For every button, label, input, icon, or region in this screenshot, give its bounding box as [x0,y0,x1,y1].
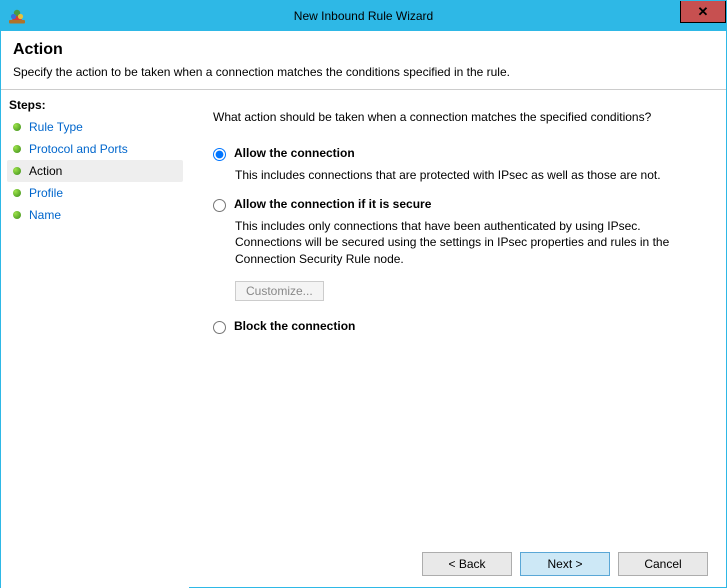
page-title: Action [13,41,714,59]
step-label: Profile [29,186,63,200]
step-bullet-icon [13,167,21,175]
steps-panel: Steps: Rule Type Protocol and Ports Action… [1,90,189,588]
option-allow: Allow the connection [213,146,702,161]
step-bullet-icon [13,211,21,219]
option-desc-allow: This includes connections that are prote… [235,167,695,183]
option-label-allow-secure[interactable]: Allow the connection if it is secure [234,197,431,211]
step-bullet-icon [13,123,21,131]
step-action[interactable]: Action [7,160,183,182]
steps-title: Steps: [7,96,183,116]
next-button[interactable]: Next > [520,552,610,576]
titlebar: New Inbound Rule Wizard ✕ [1,1,726,31]
close-button[interactable]: ✕ [680,1,726,23]
option-label-block[interactable]: Block the connection [234,319,355,333]
step-protocol-and-ports[interactable]: Protocol and Ports [7,138,183,160]
customize-button[interactable]: Customize... [235,281,324,301]
option-radio-allow[interactable] [213,148,226,161]
option-block: Block the connection [213,319,702,334]
step-rule-type[interactable]: Rule Type [7,116,183,138]
step-label: Action [29,164,62,178]
back-button[interactable]: < Back [422,552,512,576]
step-label: Rule Type [29,120,83,134]
wizard-footer-buttons: < Back Next > Cancel [422,552,708,576]
step-bullet-icon [13,145,21,153]
cancel-button[interactable]: Cancel [618,552,708,576]
wizard-body: Steps: Rule Type Protocol and Ports Action… [1,90,726,588]
option-allow-secure: Allow the connection if it is secure [213,197,702,212]
wizard-header: Action Specify the action to be taken wh… [1,31,726,90]
close-icon: ✕ [698,4,709,20]
action-question: What action should be taken when a conne… [213,110,702,124]
step-label: Name [29,208,61,222]
step-name[interactable]: Name [7,204,183,226]
option-radio-allow-secure[interactable] [213,199,226,212]
app-icon [9,8,25,24]
option-radio-block[interactable] [213,321,226,334]
step-label: Protocol and Ports [29,142,128,156]
main-panel: What action should be taken when a conne… [189,90,726,588]
page-description: Specify the action to be taken when a co… [13,65,714,79]
window-title: New Inbound Rule Wizard [294,9,433,23]
option-label-allow[interactable]: Allow the connection [234,146,355,160]
option-desc-allow-secure: This includes only connections that have… [235,218,695,267]
step-bullet-icon [13,189,21,197]
step-profile[interactable]: Profile [7,182,183,204]
